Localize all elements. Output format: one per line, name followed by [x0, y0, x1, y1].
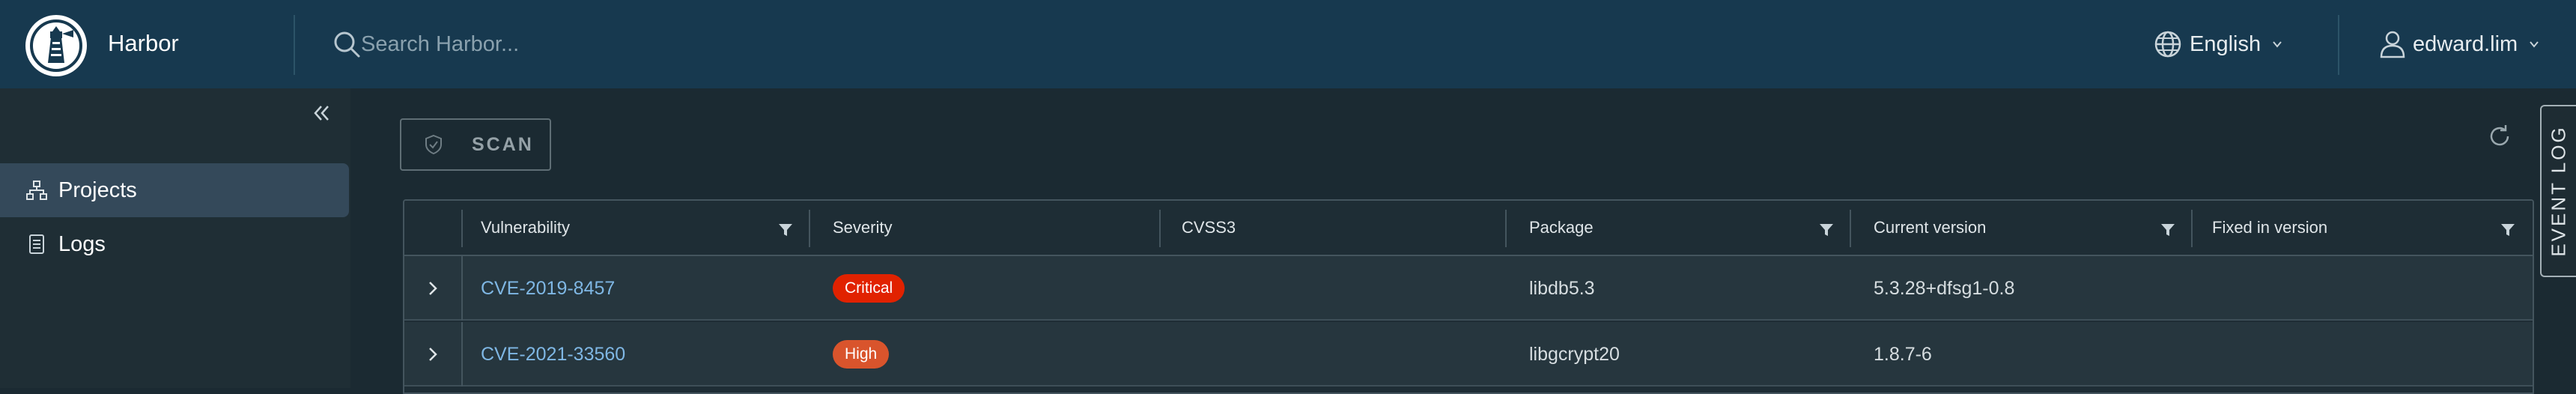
column-separator: [1159, 210, 1161, 247]
vulnerability-link[interactable]: CVE-2021-33560: [481, 344, 625, 366]
column-separator: [2191, 210, 2193, 247]
shield-icon: [425, 134, 442, 155]
filter-icon[interactable]: [2160, 222, 2176, 238]
current-version-cell: 5.3.28+dfsg1-0.8: [1874, 277, 2015, 299]
scan-button-label: SCAN: [472, 133, 534, 155]
language-selector[interactable]: English: [2154, 27, 2283, 61]
column-separator: [461, 256, 463, 321]
severity-badge: Critical: [833, 274, 905, 303]
header-divider: [294, 15, 295, 75]
column-header-package[interactable]: Package: [1529, 201, 1594, 255]
sidebar-item-projects[interactable]: Projects: [0, 163, 349, 217]
brand-name[interactable]: Harbor: [108, 30, 179, 57]
sidebar-item-logs[interactable]: Logs: [0, 217, 349, 271]
harbor-logo[interactable]: [25, 15, 87, 76]
column-header-fixed-version[interactable]: Fixed in version: [2212, 201, 2327, 255]
chevron-right-icon[interactable]: [424, 345, 442, 364]
package-cell: libgcrypt20: [1529, 343, 1620, 365]
scan-button[interactable]: SCAN: [400, 118, 551, 171]
chevron-right-icon[interactable]: [424, 279, 442, 298]
collapse-sidebar-icon[interactable]: [310, 102, 332, 124]
severity-cell: Critical: [833, 256, 905, 321]
user-menu[interactable]: edward.lim: [2378, 27, 2540, 61]
filter-icon[interactable]: [2500, 222, 2516, 238]
user-icon: [2380, 31, 2405, 58]
column-separator: [461, 322, 463, 387]
username: edward.lim: [2413, 31, 2518, 56]
header-divider: [2338, 15, 2339, 75]
search-icon[interactable]: [332, 30, 361, 58]
event-log-label: EVENT LOG: [2547, 125, 2570, 257]
package-cell: libdb5.3: [1529, 277, 1595, 299]
language-label: English: [2190, 31, 2261, 56]
vulnerability-cell[interactable]: CVE-2019-8457: [481, 256, 615, 321]
logs-icon: [29, 234, 44, 254]
vulnerability-table: Vulnerability Severity CVSS3 Package Cur…: [403, 199, 2534, 394]
column-header-cvss3[interactable]: CVSS3: [1182, 201, 1236, 255]
refresh-icon[interactable]: [2486, 123, 2513, 150]
column-header-severity[interactable]: Severity: [833, 201, 892, 255]
sidebar-item-label: Logs: [58, 231, 106, 256]
filter-icon[interactable]: [1818, 222, 1835, 238]
severity-cell: High: [833, 322, 890, 387]
column-header-vulnerability[interactable]: Vulnerability: [481, 201, 570, 255]
chevron-down-icon: [2273, 41, 2282, 48]
chevron-down-icon: [2530, 41, 2539, 48]
table-header: Vulnerability Severity CVSS3 Package Cur…: [404, 201, 2533, 256]
column-separator: [1850, 210, 1851, 247]
search-input[interactable]: [361, 27, 810, 61]
column-header-current-version[interactable]: Current version: [1874, 201, 1986, 255]
column-separator: [461, 210, 463, 247]
table-row: CVE-2021-33560 High libgcrypt20 1.8.7-6: [404, 322, 2533, 387]
globe-icon: [2154, 31, 2181, 58]
column-separator: [1505, 210, 1507, 247]
sidebar-item-label: Projects: [58, 178, 137, 202]
current-version-cell: 1.8.7-6: [1874, 343, 1932, 365]
vulnerability-cell[interactable]: CVE-2021-33560: [481, 322, 625, 387]
severity-badge: High: [833, 340, 890, 369]
top-header: Harbor English edward.lim: [0, 0, 2576, 88]
filter-icon[interactable]: [777, 222, 794, 238]
vulnerability-link[interactable]: CVE-2019-8457: [481, 278, 615, 300]
column-separator: [809, 210, 810, 247]
projects-icon: [26, 181, 47, 200]
table-row: CVE-2019-8457 Critical libdb5.3 5.3.28+d…: [404, 256, 2533, 321]
event-log-tab[interactable]: EVENT LOG: [2540, 105, 2576, 277]
